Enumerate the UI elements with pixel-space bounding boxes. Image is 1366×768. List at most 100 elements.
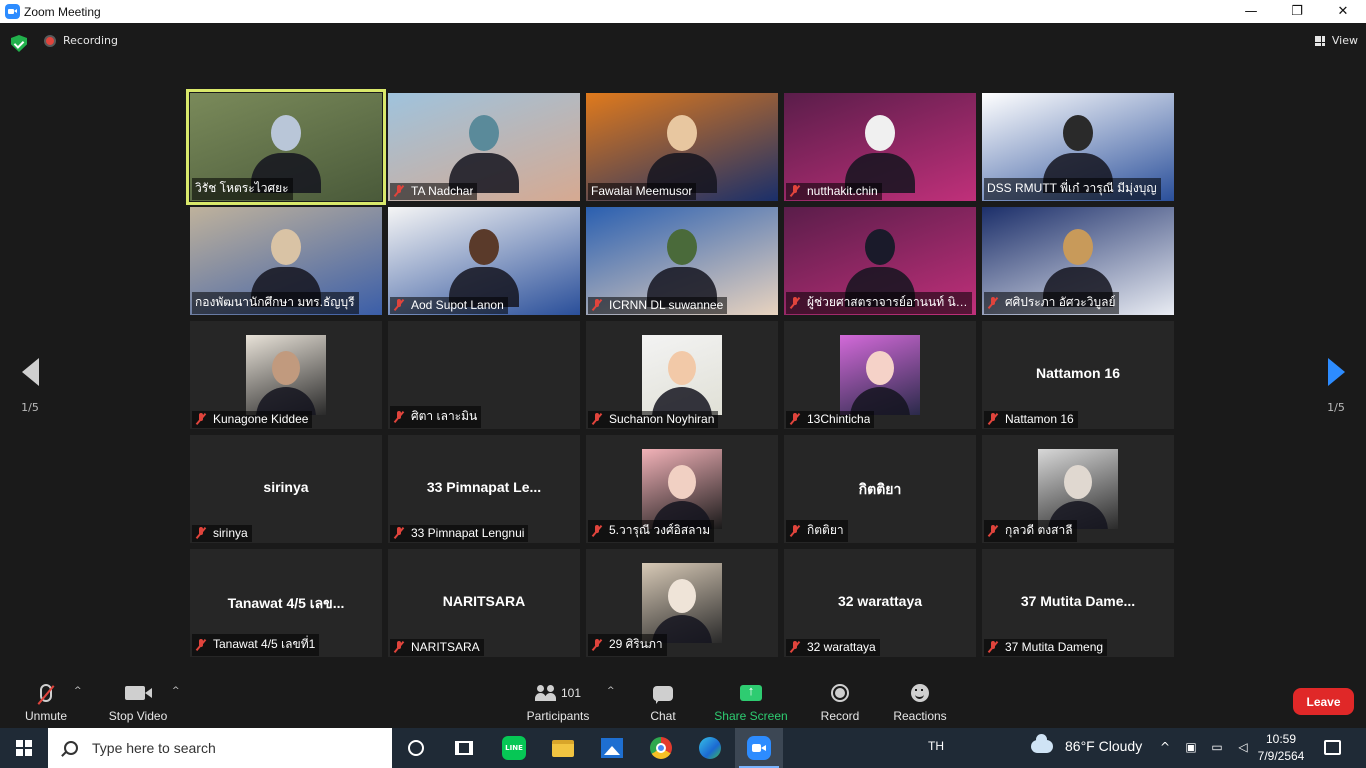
clock-date: 7/9/2564: [1257, 749, 1305, 763]
muted-mic-icon: [987, 641, 999, 653]
share-screen-button[interactable]: Share Screen: [714, 680, 788, 723]
volume-icon[interactable]: ◁: [1236, 740, 1250, 754]
participant-tile[interactable]: Suchanon Noyhiran: [586, 321, 778, 429]
participant-tile[interactable]: 29 ศิรินภา: [586, 549, 778, 657]
video-options-caret[interactable]: ^: [172, 686, 180, 696]
taskbar-clock[interactable]: 10:59 7/9/2564: [1256, 731, 1306, 765]
zoom-window: Zoom Meeting — ❐ ✕ Recording View 1/5 1/…: [0, 0, 1366, 768]
taskbar-search[interactable]: Type here to search: [48, 728, 392, 768]
participant-name-tag: Suchanon Noyhiran: [588, 411, 719, 428]
participant-tile[interactable]: ผู้ช่วยศาสตราจารย์อานนท์ นิยม...: [784, 207, 976, 315]
taskbar-zoom[interactable]: [735, 728, 783, 768]
participant-tile[interactable]: Aod Supot Lanon: [388, 207, 580, 315]
participant-name-tag: TA Nadchar: [390, 183, 478, 200]
muted-mic-icon: [393, 299, 405, 311]
participant-name-tag: sirinya: [192, 525, 252, 542]
tray-chevron-icon[interactable]: ^: [1158, 740, 1172, 754]
window-title: Zoom Meeting: [24, 4, 101, 19]
window-controls: — ❐ ✕: [1228, 0, 1366, 23]
participant-display-name: Nattamon 16: [1035, 365, 1121, 381]
participant-tile[interactable]: กุลวดี ตงสาลี: [982, 435, 1174, 543]
participant-tile[interactable]: วิรัช โหตระไวศยะ: [186, 89, 386, 205]
participant-tile[interactable]: Fawalai Meemusor: [586, 93, 778, 201]
participant-tile[interactable]: Nattamon 16 Nattamon 16: [982, 321, 1174, 429]
participant-tile[interactable]: ศิตา เลาะมิน: [388, 321, 580, 429]
view-button[interactable]: View: [1314, 34, 1358, 47]
notification-center-icon[interactable]: [1324, 740, 1341, 755]
taskbar-edge[interactable]: [686, 728, 734, 768]
participant-tile[interactable]: 5.วารุณี วงศ์อิสลาม: [586, 435, 778, 543]
chat-button[interactable]: Chat: [644, 680, 682, 723]
meeting-top-bar: Recording View: [0, 23, 1366, 63]
participant-name: 33 Pimnapat Lengnui: [411, 526, 525, 540]
participant-avatar: [642, 449, 722, 529]
restore-button[interactable]: ❐: [1274, 0, 1320, 23]
chat-bubble-icon: [653, 685, 673, 704]
participant-name-tag: กุลวดี ตงสาลี: [984, 520, 1077, 542]
participants-options-caret[interactable]: ^: [607, 686, 615, 696]
participant-name-tag: วิรัช โหตระไวศยะ: [192, 178, 293, 200]
leave-button[interactable]: Leave: [1293, 688, 1354, 715]
participant-name: Fawalai Meemusor: [591, 184, 693, 198]
participant-tile[interactable]: sirinya sirinya: [190, 435, 382, 543]
reactions-button[interactable]: Reactions: [892, 680, 948, 723]
participant-tile[interactable]: DSS RMUTT พี่เก๋ วารุณี มีมุ่งบุญ: [982, 93, 1174, 201]
person-silhouette: [469, 115, 499, 151]
taskbar-chrome[interactable]: [637, 728, 685, 768]
meet-icon[interactable]: ▣: [1184, 740, 1198, 754]
person-silhouette: [667, 229, 697, 265]
participant-tile[interactable]: 32 warattaya 32 warattaya: [784, 549, 976, 657]
participant-tile[interactable]: กองพัฒนานักศึกษา มทร.ธัญบุรี: [190, 207, 382, 315]
taskbar-line-app[interactable]: LINE: [490, 728, 538, 768]
participant-tile[interactable]: Tanawat 4/5 เลข... Tanawat 4/5 เลขที่1: [190, 549, 382, 657]
next-page-button[interactable]: 1/5: [1321, 358, 1351, 414]
participant-tile[interactable]: NARITSARA NARITSARA: [388, 549, 580, 657]
participant-tile[interactable]: Kunagone Kiddee: [190, 321, 382, 429]
participant-tile[interactable]: 37 Mutita Dame... 37 Mutita Dameng: [982, 549, 1174, 657]
unmute-button[interactable]: Unmute: [22, 680, 70, 723]
participant-name: ศศิประภา อัศวะวิบูลย์: [1005, 295, 1116, 309]
participant-name: DSS RMUTT พี่เก๋ วารุณี มีมุ่งบุญ: [987, 181, 1157, 195]
record-button[interactable]: Record: [818, 680, 862, 723]
participant-tile[interactable]: ศศิประภา อัศวะวิบูลย์: [982, 207, 1174, 315]
reactions-label: Reactions: [893, 709, 947, 723]
participant-tile[interactable]: TA Nadchar: [388, 93, 580, 201]
input-language[interactable]: TH: [928, 739, 944, 753]
muted-mic-icon: [393, 527, 405, 539]
recording-indicator[interactable]: Recording: [44, 34, 118, 47]
weather-widget[interactable]: 86°F Cloudy: [1031, 733, 1142, 754]
participant-tile[interactable]: nutthakit.chin: [784, 93, 976, 201]
cortana-button[interactable]: [392, 728, 440, 768]
folder-icon: [552, 739, 574, 757]
participant-display-name: 33 Pimnapat Le...: [426, 479, 542, 495]
minimize-button[interactable]: —: [1228, 0, 1274, 23]
person-silhouette: [1063, 229, 1093, 265]
stop-video-button[interactable]: Stop Video: [106, 680, 170, 723]
participant-tile[interactable]: กิตติยา กิตติยา: [784, 435, 976, 543]
page-indicator-left: 1/5: [21, 401, 39, 414]
participant-name: 5.วารุณี วงศ์อิสลาม: [609, 523, 711, 537]
battery-icon[interactable]: ▭: [1210, 740, 1224, 754]
participant-tile[interactable]: 33 Pimnapat Le... 33 Pimnapat Lengnui: [388, 435, 580, 543]
participant-avatar: [1038, 449, 1118, 529]
participant-tile[interactable]: 13Chinticha: [784, 321, 976, 429]
security-shield-icon[interactable]: [11, 35, 27, 52]
previous-page-button[interactable]: 1/5: [15, 358, 45, 414]
participant-name: sirinya: [213, 526, 248, 540]
taskbar-file-explorer[interactable]: [539, 728, 587, 768]
start-button[interactable]: [0, 728, 48, 768]
participant-tile[interactable]: ICRNN DL suwannee: [586, 207, 778, 315]
taskbar-photos[interactable]: [588, 728, 636, 768]
participant-name: nutthakit.chin: [807, 184, 878, 198]
participant-avatar: [642, 335, 722, 415]
audio-options-caret[interactable]: ^: [74, 686, 82, 696]
record-label: Record: [820, 709, 860, 723]
recording-label: Recording: [63, 34, 119, 47]
task-view-button[interactable]: [440, 728, 488, 768]
participant-avatar: [642, 563, 722, 643]
participants-button[interactable]: 101 Participants: [524, 680, 592, 723]
participant-name: Aod Supot Lanon: [411, 298, 504, 312]
close-button[interactable]: ✕: [1320, 0, 1366, 23]
participant-name-tag: nutthakit.chin: [786, 183, 882, 200]
muted-mic-icon: [789, 185, 801, 197]
